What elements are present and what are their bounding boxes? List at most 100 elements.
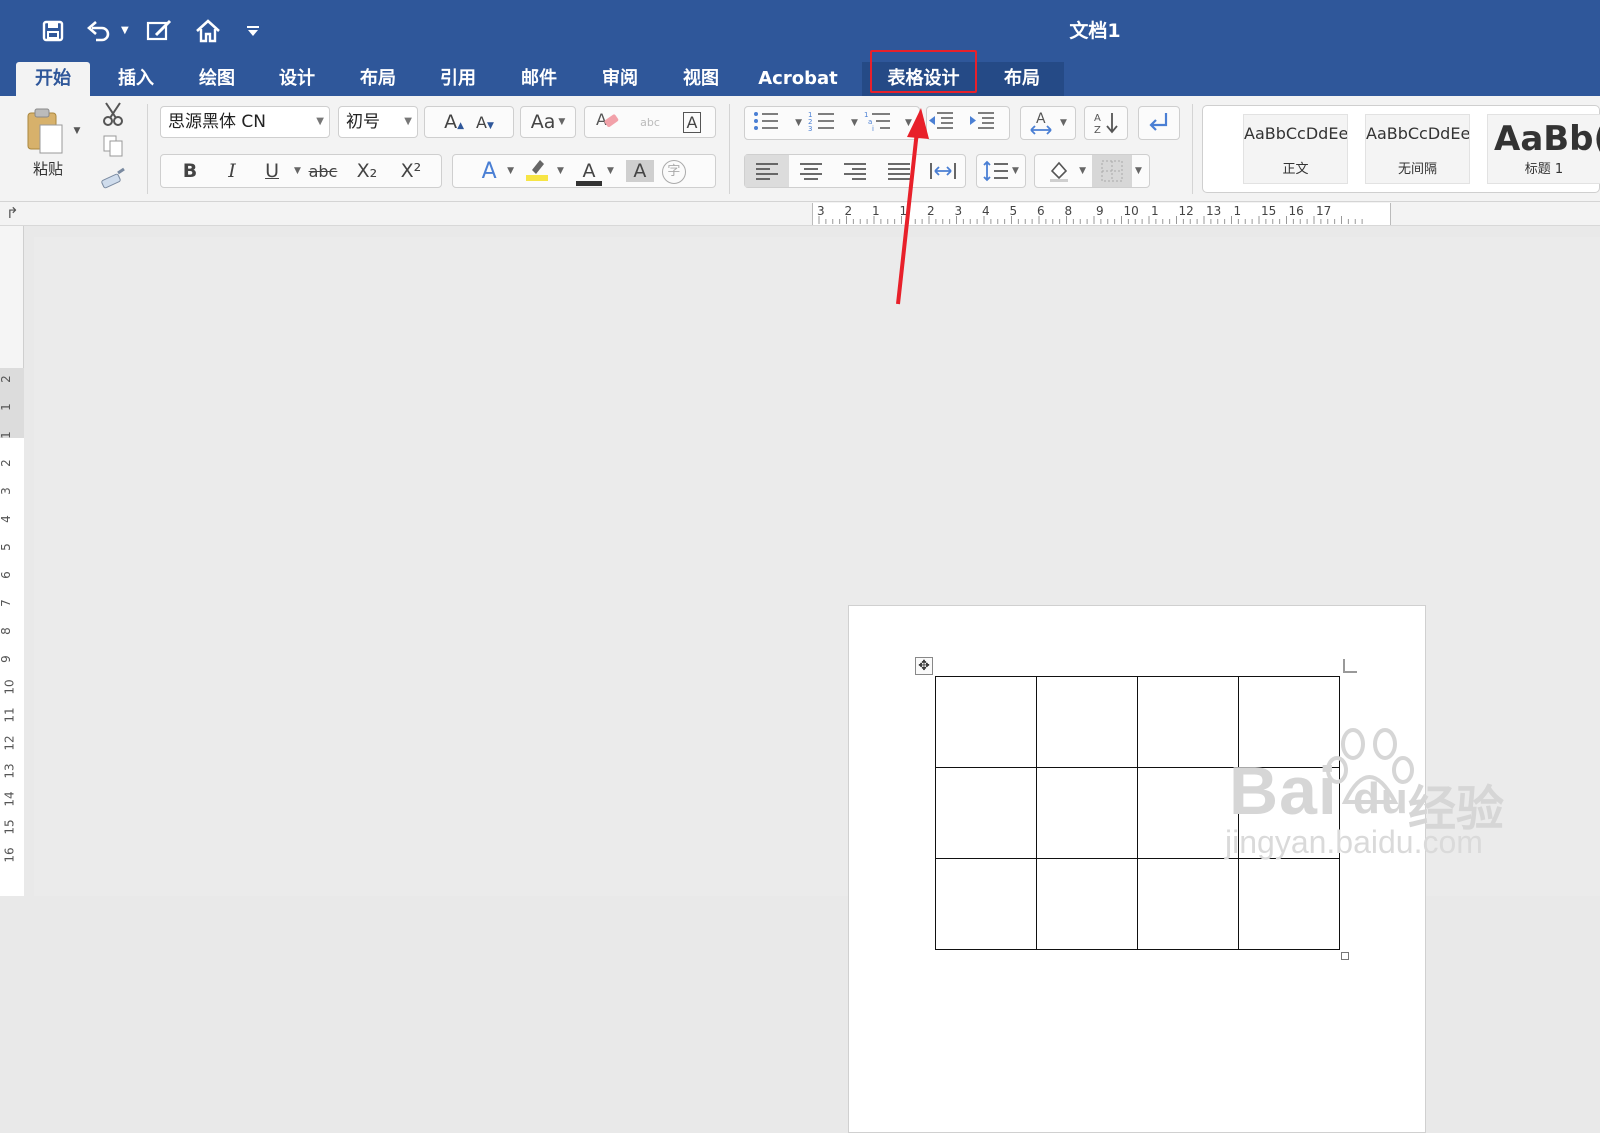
- superscript-button[interactable]: X²: [389, 160, 433, 182]
- ruler-number: 2: [927, 204, 935, 218]
- italic-button[interactable]: I: [211, 160, 253, 182]
- grow-font-button[interactable]: A▲: [444, 111, 464, 133]
- style-normal[interactable]: AaBbCcDdEe 正文: [1243, 114, 1348, 184]
- multilevel-list-icon[interactable]: 1ai: [864, 110, 902, 137]
- ruler-number: 1: [1151, 204, 1159, 218]
- tab-draw[interactable]: 绘图: [182, 62, 252, 96]
- tab-view[interactable]: 视图: [666, 62, 736, 96]
- paste-dropdown-icon[interactable]: ▼: [70, 124, 84, 138]
- bullets-icon[interactable]: [752, 110, 792, 137]
- align-right-icon[interactable]: [833, 162, 877, 180]
- ruler-number: 3: [955, 204, 963, 218]
- indent-group: [926, 106, 1010, 140]
- subscript-button[interactable]: X₂: [345, 160, 389, 182]
- numbering-icon[interactable]: 123: [808, 110, 848, 137]
- table-cell[interactable]: [1137, 858, 1239, 950]
- watermark-brand-suffix: du: [1353, 774, 1409, 823]
- bold-button[interactable]: B: [169, 160, 211, 182]
- sort-icon[interactable]: AZ: [1084, 106, 1128, 140]
- chevron-down-icon[interactable]: ▼: [851, 118, 858, 128]
- ruler-number: 3: [817, 204, 825, 218]
- increase-indent-icon[interactable]: [968, 110, 1009, 137]
- table-cell[interactable]: [1137, 676, 1239, 768]
- tab-table-layout[interactable]: 布局: [987, 62, 1057, 96]
- align-left-icon[interactable]: [745, 155, 789, 187]
- cut-icon[interactable]: [98, 100, 128, 128]
- tab-mailings[interactable]: 邮件: [504, 62, 574, 96]
- font-size-select[interactable]: 初号 ▼: [338, 106, 418, 138]
- font-color-button[interactable]: A: [574, 160, 604, 186]
- show-marks-icon[interactable]: [1138, 106, 1180, 140]
- copy-icon[interactable]: [98, 132, 128, 160]
- style-no-spacing[interactable]: AaBbCcDdEe 无间隔: [1365, 114, 1470, 184]
- tab-layout[interactable]: 布局: [343, 62, 413, 96]
- decrease-indent-icon[interactable]: [927, 110, 968, 137]
- font-name-value: 思源黑体 CN: [168, 112, 266, 132]
- table-cell[interactable]: [1137, 767, 1239, 859]
- format-painter-icon[interactable]: [98, 164, 128, 192]
- table-cell[interactable]: [1036, 767, 1138, 859]
- ruler-number: 11: [2, 707, 17, 723]
- table-row: [935, 858, 1340, 950]
- tab-design[interactable]: 设计: [262, 62, 332, 96]
- table-cell[interactable]: [1036, 858, 1138, 950]
- baidu-watermark: Bai du 经验 jingyan.baidu.com: [1225, 722, 1525, 872]
- table-cell[interactable]: [1238, 858, 1340, 950]
- tab-stop-icon[interactable]: ↱: [6, 204, 19, 222]
- font-color-group: A ▼ ▼ A ▼ A 字: [452, 154, 716, 188]
- chevron-down-icon[interactable]: ▼: [795, 118, 802, 128]
- clear-format-icon[interactable]: A: [587, 109, 629, 136]
- char-border-button[interactable]: A: [671, 111, 713, 133]
- underline-button[interactable]: U: [253, 160, 291, 182]
- table-resize-handle[interactable]: [1341, 952, 1349, 960]
- text-direction-button[interactable]: A ▼: [1020, 106, 1076, 140]
- justify-icon[interactable]: [877, 162, 921, 180]
- distribute-icon[interactable]: [921, 161, 965, 181]
- separator: [1192, 104, 1193, 194]
- tab-review[interactable]: 审阅: [585, 62, 655, 96]
- chevron-down-icon[interactable]: ▼: [1135, 166, 1142, 176]
- phonetic-guide-button[interactable]: abc: [629, 116, 671, 129]
- table-cell[interactable]: [935, 767, 1037, 859]
- tab-insert[interactable]: 插入: [101, 62, 171, 96]
- separator: [729, 104, 730, 194]
- chevron-down-icon[interactable]: ▼: [905, 118, 912, 128]
- caret-down-icon: ▼: [486, 121, 494, 131]
- font-size-group: A▲ A▼: [424, 106, 514, 138]
- tab-references[interactable]: 引用: [423, 62, 493, 96]
- font-name-select[interactable]: 思源黑体 CN ▼: [160, 106, 330, 138]
- table-cell[interactable]: [935, 676, 1037, 768]
- style-heading-1[interactable]: AaBb( 标题 1: [1487, 114, 1600, 184]
- tab-home[interactable]: 开始: [16, 62, 90, 96]
- line-spacing-button[interactable]: ▼: [976, 154, 1026, 188]
- alignment-group: [744, 154, 966, 188]
- highlight-color-icon[interactable]: [524, 156, 554, 187]
- watermark-url: jingyan.baidu.com: [1225, 824, 1483, 860]
- chevron-down-icon[interactable]: ▼: [507, 166, 514, 176]
- chevron-down-icon[interactable]: ▼: [557, 166, 564, 176]
- table-move-handle-icon[interactable]: ✥: [915, 657, 933, 675]
- table-cell[interactable]: [1036, 676, 1138, 768]
- paste-icon[interactable]: [18, 104, 70, 156]
- chevron-down-icon[interactable]: ▼: [607, 166, 614, 176]
- font-size-value: 初号: [346, 112, 380, 132]
- underline-dropdown-icon[interactable]: ▼: [294, 166, 301, 176]
- borders-icon[interactable]: [1092, 155, 1132, 187]
- tab-acrobat[interactable]: Acrobat: [750, 62, 846, 96]
- char-shading-button[interactable]: A: [625, 160, 654, 182]
- vertical-ruler[interactable]: 2 1 1 2 3 4 5 6 7 8 9 10 11 12 13 14 15 16: [0, 226, 24, 896]
- shrink-font-button[interactable]: A▼: [476, 111, 494, 133]
- chevron-down-icon[interactable]: ▼: [1079, 166, 1086, 176]
- shading-icon[interactable]: [1042, 159, 1076, 183]
- change-case-button[interactable]: Aa ▼: [520, 106, 576, 138]
- ruler-number: 1: [872, 204, 880, 218]
- title-bar: ▼ 文档1 开始 插入 绘图 设计 布局 引用 邮件 审阅 视图 Acrobat…: [0, 0, 1600, 96]
- strikethrough-button[interactable]: abc: [301, 162, 345, 181]
- horizontal-ruler[interactable]: 3 2 1 1 2 3 4 5 6 8 9 10 1 12 13 1 15 16 17: [812, 203, 1391, 225]
- text-effects-button[interactable]: A: [474, 159, 504, 184]
- align-center-icon[interactable]: [789, 162, 833, 180]
- ruler-number: 17: [1316, 204, 1331, 218]
- svg-text:A: A: [1036, 111, 1046, 127]
- enclose-char-button[interactable]: 字: [654, 158, 694, 184]
- table-cell[interactable]: [935, 858, 1037, 950]
